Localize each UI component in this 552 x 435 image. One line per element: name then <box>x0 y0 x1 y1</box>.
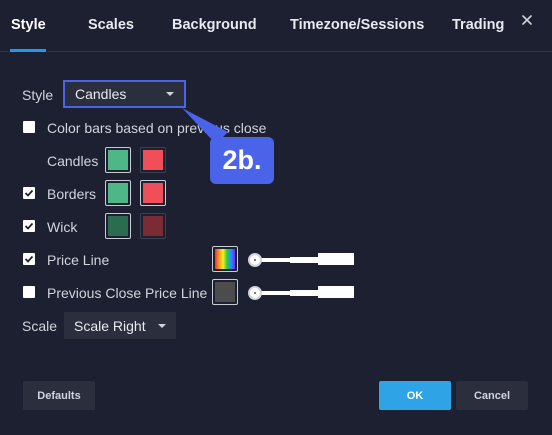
borders-label: Borders <box>47 186 97 202</box>
style-select[interactable]: Candles <box>63 80 186 108</box>
slider-handle[interactable] <box>248 253 262 267</box>
scale-select[interactable]: Scale Right <box>64 312 176 339</box>
borders-checkbox[interactable] <box>23 187 35 199</box>
candles-up-color <box>108 150 128 170</box>
active-tab-indicator <box>10 49 46 52</box>
cancel-button[interactable]: Cancel <box>456 381 528 410</box>
tab-scales[interactable]: Scales <box>88 17 134 33</box>
borders-up-color <box>108 183 128 203</box>
defaults-button[interactable]: Defaults <box>23 381 95 410</box>
tab-bar: Style Scales Background Timezone/Session… <box>0 0 552 52</box>
chevron-down-icon <box>166 92 174 96</box>
chevron-down-icon <box>158 323 166 328</box>
style-label: Style <box>22 87 54 103</box>
wick-up-color-swatch[interactable] <box>105 213 131 239</box>
prev-close-line-label: Previous Close Price Line <box>47 285 208 301</box>
color-bars-checkbox[interactable] <box>23 121 35 133</box>
price-line-color-swatch[interactable] <box>212 246 238 272</box>
candles-label: Candles <box>47 153 99 169</box>
slider-handle[interactable] <box>248 286 262 300</box>
price-line-checkbox[interactable] <box>23 253 35 265</box>
prev-close-line-color <box>215 282 235 302</box>
wick-down-color <box>143 216 163 236</box>
tab-timezone-sessions[interactable]: Timezone/Sessions <box>290 17 424 33</box>
tab-style[interactable]: Style <box>11 17 46 33</box>
prev-close-line-checkbox[interactable] <box>23 286 35 298</box>
color-bars-label: Color bars based on previous close <box>47 120 267 136</box>
prev-close-line-color-swatch[interactable] <box>212 279 238 305</box>
borders-up-color-swatch[interactable] <box>105 180 131 206</box>
wick-checkbox[interactable] <box>23 220 35 232</box>
prev-close-line-width-slider[interactable] <box>248 286 358 300</box>
borders-down-color <box>143 183 163 203</box>
wick-up-color <box>108 216 128 236</box>
wick-down-color-swatch[interactable] <box>140 213 166 239</box>
price-line-label: Price Line <box>47 252 110 268</box>
ok-button[interactable]: OK <box>379 381 451 410</box>
candles-up-color-swatch[interactable] <box>105 147 131 173</box>
candles-down-color <box>143 150 163 170</box>
step-callout: 2b. <box>210 137 274 184</box>
price-line-width-slider[interactable] <box>248 253 358 267</box>
style-select-value: Candles <box>75 86 127 102</box>
tab-trading[interactable]: Trading <box>452 17 504 33</box>
borders-down-color-swatch[interactable] <box>140 180 166 206</box>
scale-select-value: Scale Right <box>74 317 146 334</box>
wick-label: Wick <box>47 219 78 235</box>
close-icon[interactable] <box>519 12 535 28</box>
scale-label: Scale <box>22 318 58 334</box>
tab-background[interactable]: Background <box>172 17 257 33</box>
candles-down-color-swatch[interactable] <box>140 147 166 173</box>
rainbow-icon <box>215 249 235 269</box>
